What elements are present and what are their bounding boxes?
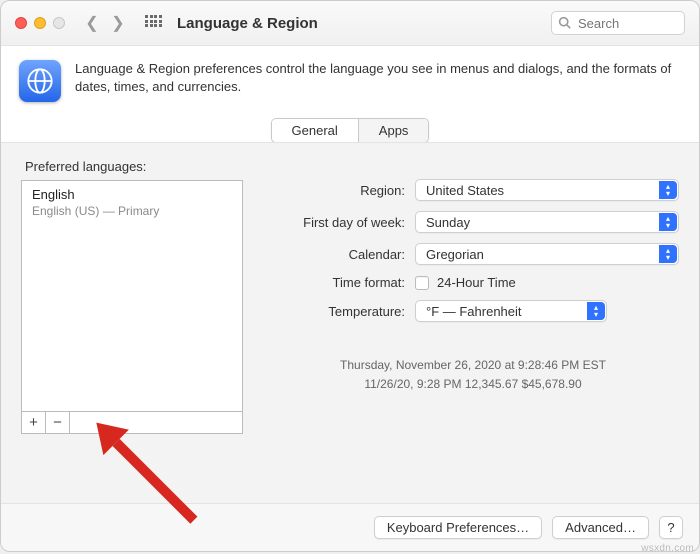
first-day-dropdown[interactable]: Sunday bbox=[415, 211, 679, 233]
chevron-up-down-icon bbox=[659, 181, 677, 199]
content: Preferred languages: English English (US… bbox=[1, 142, 699, 503]
back-button[interactable]: ❮ bbox=[81, 12, 103, 34]
region-dropdown[interactable]: United States bbox=[415, 179, 679, 201]
region-value: United States bbox=[426, 183, 504, 198]
header-description: Language & Region preferences control th… bbox=[75, 60, 681, 96]
forward-button: ❯ bbox=[107, 12, 129, 34]
tab-group: General Apps bbox=[271, 118, 430, 143]
chevron-up-down-icon bbox=[659, 245, 677, 263]
settings-column: Region: United States First day of week:… bbox=[267, 157, 679, 434]
chevron-up-down-icon bbox=[587, 302, 605, 320]
watermark: wsxdn.com bbox=[641, 543, 694, 554]
search-input[interactable] bbox=[551, 11, 685, 35]
tab-row: General Apps bbox=[1, 118, 699, 143]
chevron-up-down-icon bbox=[659, 213, 677, 231]
zoom-window-button bbox=[53, 17, 65, 29]
24-hour-label: 24-Hour Time bbox=[437, 275, 516, 290]
temperature-dropdown[interactable]: °F — Fahrenheit bbox=[415, 300, 607, 322]
temperature-label: Temperature: bbox=[267, 304, 415, 319]
temperature-value: °F — Fahrenheit bbox=[426, 304, 522, 319]
sample-line-1: Thursday, November 26, 2020 at 9:28:46 P… bbox=[267, 356, 679, 375]
first-day-value: Sunday bbox=[426, 215, 470, 230]
advanced-button[interactable]: Advanced… bbox=[552, 516, 649, 539]
list-footer: + − bbox=[22, 411, 242, 433]
search-icon bbox=[558, 16, 571, 32]
show-all-icon[interactable] bbox=[145, 15, 161, 31]
language-name: English bbox=[32, 187, 232, 202]
add-language-button[interactable]: + bbox=[22, 412, 46, 433]
languages-column: Preferred languages: English English (US… bbox=[21, 157, 243, 434]
globe-icon bbox=[19, 60, 61, 102]
format-samples: Thursday, November 26, 2020 at 9:28:46 P… bbox=[267, 356, 679, 394]
tab-general[interactable]: General bbox=[272, 119, 359, 142]
languages-label: Preferred languages: bbox=[25, 159, 243, 174]
minimize-window-button[interactable] bbox=[34, 17, 46, 29]
bottom-bar: Keyboard Preferences… Advanced… ? bbox=[1, 503, 699, 551]
calendar-value: Gregorian bbox=[426, 247, 484, 262]
time-format-label: Time format: bbox=[267, 275, 415, 290]
remove-language-button[interactable]: − bbox=[46, 412, 70, 433]
calendar-label: Calendar: bbox=[267, 247, 415, 262]
tab-apps[interactable]: Apps bbox=[359, 119, 429, 142]
languages-listbox[interactable]: English English (US) — Primary + − bbox=[21, 180, 243, 434]
window-title: Language & Region bbox=[177, 15, 318, 32]
keyboard-preferences-button[interactable]: Keyboard Preferences… bbox=[374, 516, 542, 539]
24-hour-checkbox[interactable] bbox=[415, 276, 429, 290]
titlebar: ❮ ❯ Language & Region bbox=[1, 1, 699, 46]
calendar-dropdown[interactable]: Gregorian bbox=[415, 243, 679, 265]
search-field-wrap bbox=[551, 11, 685, 35]
sample-line-2: 11/26/20, 9:28 PM 12,345.67 $45,678.90 bbox=[267, 375, 679, 394]
language-detail: English (US) — Primary bbox=[32, 204, 232, 218]
first-day-label: First day of week: bbox=[267, 215, 415, 230]
preferences-window: ❮ ❯ Language & Region Language & Region … bbox=[0, 0, 700, 552]
list-item[interactable]: English English (US) — Primary bbox=[22, 181, 242, 226]
nav-buttons: ❮ ❯ bbox=[81, 12, 129, 34]
help-button[interactable]: ? bbox=[659, 516, 683, 539]
region-label: Region: bbox=[267, 183, 415, 198]
header: Language & Region preferences control th… bbox=[1, 46, 699, 112]
window-controls bbox=[15, 17, 65, 29]
close-window-button[interactable] bbox=[15, 17, 27, 29]
